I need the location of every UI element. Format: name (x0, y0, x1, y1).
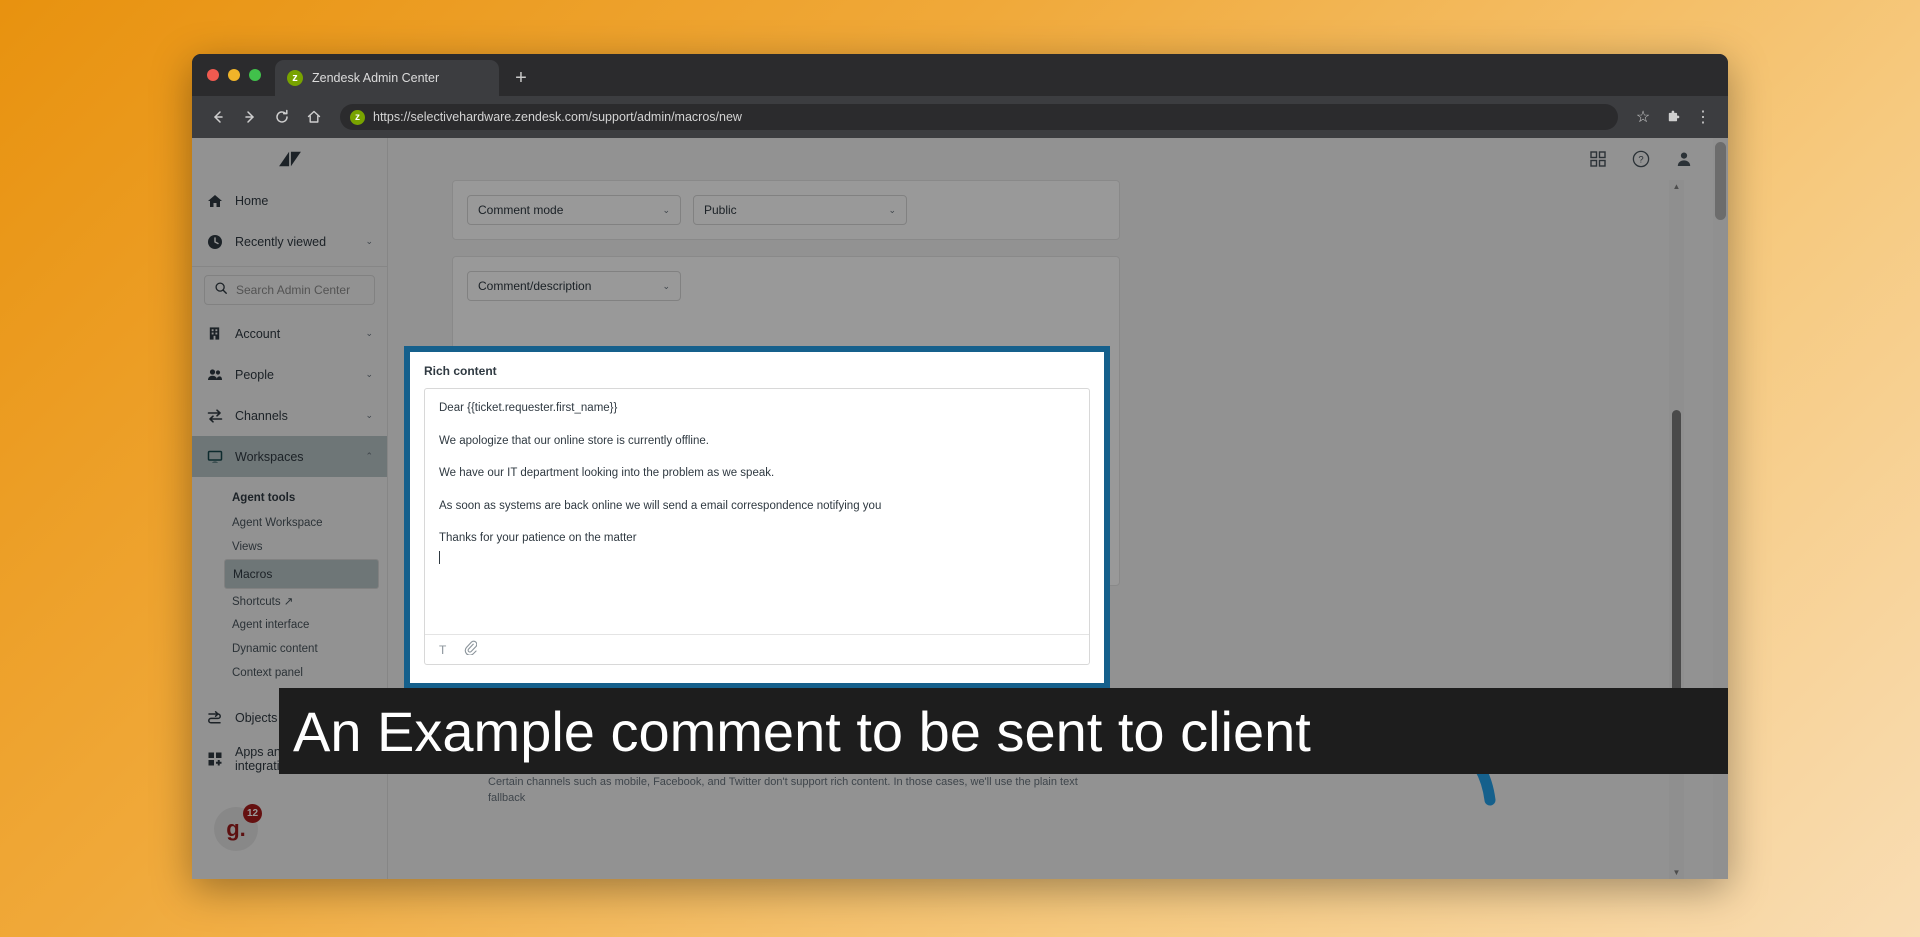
fallback-description: Certain channels such as mobile, Faceboo… (488, 776, 1078, 804)
channels-icon (206, 407, 223, 424)
clock-icon (206, 233, 223, 250)
chevron-up-icon: ⌃ (365, 451, 373, 461)
editor-line: Dear {{ticket.requester.first_name}} (439, 402, 618, 414)
comment-mode-card: Comment mode ⌄ Public ⌄ (452, 180, 1120, 240)
grid-icon[interactable] (1590, 151, 1606, 167)
bookmark-star-icon[interactable]: ☆ (1630, 104, 1656, 130)
page-scrollbar-thumb[interactable] (1715, 142, 1726, 220)
rich-content-label: Rich content (424, 364, 497, 378)
maximize-window-button[interactable] (249, 69, 261, 81)
sidebar-item-workspaces[interactable]: Workspaces ⌃ (192, 436, 387, 477)
sidebar-item-recently-viewed[interactable]: Recently viewed ⌄ (192, 221, 387, 262)
scroll-down-arrow[interactable]: ▼ (1669, 866, 1684, 879)
editor-line: We have our IT department looking into t… (439, 467, 775, 480)
comment-mode-select[interactable]: Comment mode ⌄ (467, 195, 681, 225)
attachment-icon[interactable] (464, 640, 478, 660)
svg-text:?: ? (1638, 155, 1643, 166)
chevron-down-icon: ⌄ (662, 204, 670, 215)
annotation-caption: An Example comment to be sent to client (279, 688, 1728, 774)
url-text: https://selectivehardware.zendesk.com/su… (373, 110, 742, 124)
minimize-window-button[interactable] (228, 69, 240, 81)
browser-toolbar: z https://selectivehardware.zendesk.com/… (192, 96, 1728, 138)
zendesk-favicon: z (287, 70, 303, 86)
sidebar-item-channels[interactable]: Channels ⌄ (192, 395, 387, 436)
zendesk-logo[interactable] (192, 138, 387, 180)
text-caret (439, 550, 440, 564)
app-header: ? (388, 138, 1728, 180)
editor-line: We apologize that our online store is cu… (439, 434, 709, 447)
rich-content-highlight: Rich content Dear {{ticket.requester.fir… (404, 346, 1110, 689)
forward-icon[interactable] (236, 103, 264, 131)
grammarly-logo-text: g. (226, 816, 246, 841)
rich-content-editor[interactable]: Dear {{ticket.requester.first_name}} We … (424, 388, 1090, 665)
sidebar-item-dynamic-content[interactable]: Dynamic content (192, 637, 387, 661)
new-tab-button[interactable]: + (508, 66, 534, 92)
comment-visibility-value: Public (704, 203, 737, 217)
extensions-icon[interactable] (1660, 104, 1686, 130)
chevron-down-icon: ⌄ (888, 204, 896, 215)
content-scrollbar[interactable]: ▲ ▼ (1669, 180, 1684, 879)
comment-mode-value: Comment mode (478, 203, 564, 217)
close-window-button[interactable] (207, 69, 219, 81)
browser-menu-icon[interactable]: ⋮ (1690, 104, 1716, 130)
user-avatar-icon[interactable] (1676, 151, 1692, 167)
people-icon (206, 366, 223, 383)
sidebar-item-label: Home (235, 193, 269, 208)
help-icon[interactable]: ? (1632, 150, 1650, 168)
window-controls[interactable] (207, 69, 261, 81)
apps-icon (206, 750, 223, 767)
sidebar-item-macros[interactable]: Macros (224, 559, 379, 589)
back-icon[interactable] (204, 103, 232, 131)
sidebar-item-label: People (235, 367, 274, 382)
sidebar-item-account[interactable]: Account ⌄ (192, 313, 387, 354)
sidebar-item-agent-workspace[interactable]: Agent Workspace (192, 511, 387, 535)
chevron-down-icon: ⌄ (365, 410, 373, 420)
sidebar-divider (192, 266, 387, 267)
search-placeholder: Search Admin Center (236, 283, 351, 297)
sidebar-item-people[interactable]: People ⌄ (192, 354, 387, 395)
rich-content-textarea[interactable]: Dear {{ticket.requester.first_name}} We … (425, 389, 1089, 634)
grammarly-badge[interactable]: g. 12 (214, 804, 262, 851)
monitor-icon (206, 448, 223, 465)
action-type-value: Comment/description (478, 279, 592, 293)
editor-line: As soon as systems are back online we wi… (439, 499, 882, 512)
text-format-icon[interactable]: T (439, 643, 446, 657)
zendesk-logo-icon (278, 151, 301, 167)
reload-icon[interactable] (268, 103, 296, 131)
sidebar-item-views[interactable]: Views (192, 535, 387, 559)
browser-tab-title: Zendesk Admin Center (312, 71, 440, 85)
sidebar-item-shortcuts[interactable]: Shortcuts ↗ (192, 589, 387, 613)
browser-tab[interactable]: z Zendesk Admin Center (275, 60, 499, 96)
sidebar-subgroup-agent-tools: Agent tools (232, 492, 296, 504)
editor-line: Thanks for your patience on the matter (439, 532, 637, 545)
action-type-select[interactable]: Comment/description ⌄ (467, 271, 681, 301)
editor-toolbar: T (425, 634, 1089, 664)
sidebar-item-home[interactable]: Home (192, 180, 387, 221)
chevron-down-icon: ⌄ (365, 236, 373, 246)
sidebar-item-label: Workspaces (235, 449, 304, 464)
chevron-down-icon: ⌄ (365, 328, 373, 338)
comment-visibility-select[interactable]: Public ⌄ (693, 195, 907, 225)
scroll-up-arrow[interactable]: ▲ (1669, 180, 1684, 193)
badge-count: 12 (243, 804, 262, 823)
sidebar-item-label: Recently viewed (235, 234, 327, 249)
home-icon (206, 192, 223, 209)
search-icon (214, 281, 228, 300)
sidebar-item-label: Channels (235, 408, 288, 423)
caption-text: An Example comment to be sent to client (293, 699, 1311, 763)
sidebar-item-context-panel[interactable]: Context panel (192, 661, 387, 685)
chevron-down-icon: ⌄ (662, 280, 670, 291)
site-favicon: z (350, 109, 365, 125)
search-input[interactable]: Search Admin Center (204, 275, 375, 305)
building-icon (206, 325, 223, 342)
address-bar[interactable]: z https://selectivehardware.zendesk.com/… (340, 104, 1618, 130)
sidebar-item-label: Account (235, 326, 281, 341)
sidebar-item-agent-interface[interactable]: Agent interface (192, 613, 387, 637)
browser-tab-strip: z Zendesk Admin Center + (192, 54, 1728, 96)
chevron-down-icon: ⌄ (365, 369, 373, 379)
home-icon[interactable] (300, 103, 328, 131)
objects-rules-icon (206, 709, 223, 726)
